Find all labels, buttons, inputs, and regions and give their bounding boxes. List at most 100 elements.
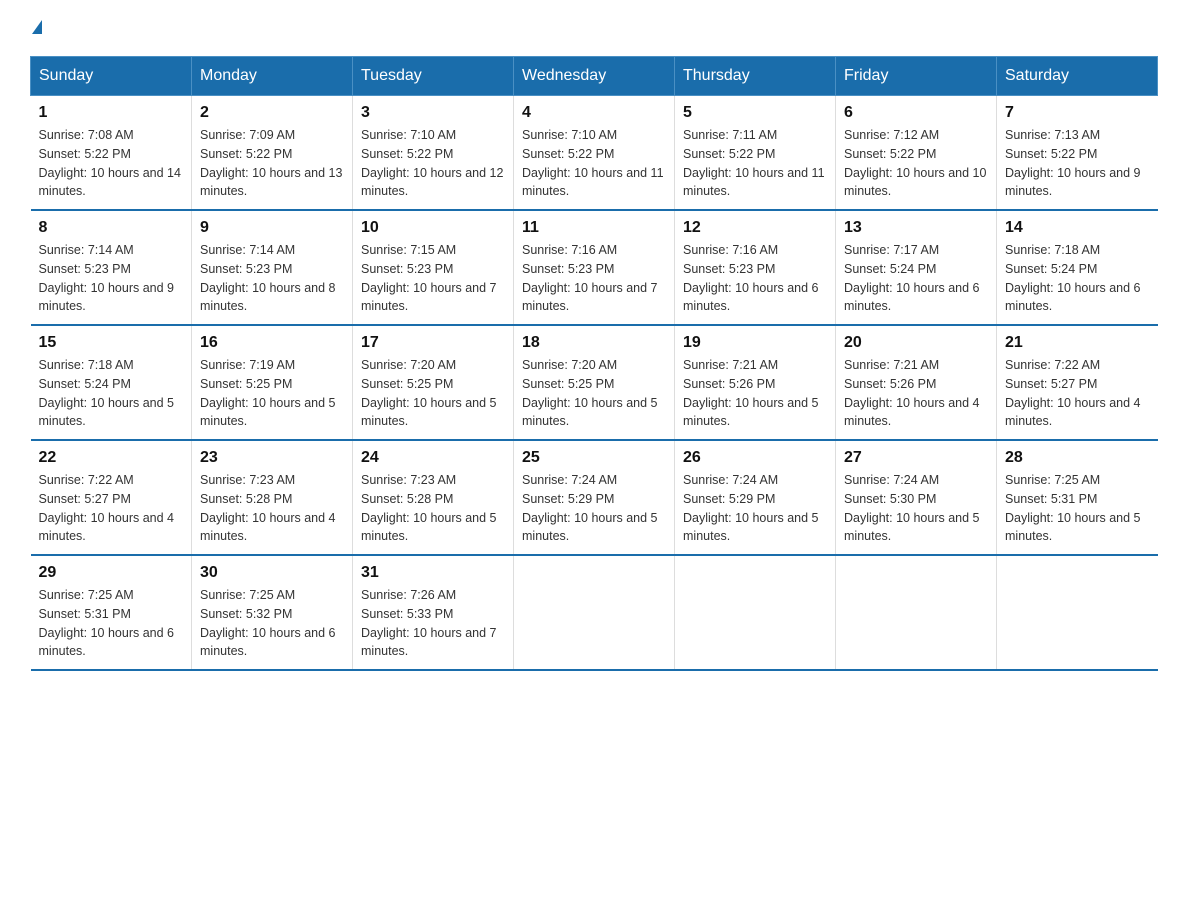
day-number: 10 bbox=[361, 219, 505, 237]
day-info: Sunrise: 7:08 AMSunset: 5:22 PMDaylight:… bbox=[39, 126, 184, 201]
day-cell-24: 24 Sunrise: 7:23 AMSunset: 5:28 PMDayligh… bbox=[353, 440, 514, 555]
day-cell-22: 22Sunrise: 7:22 AMSunset: 5:27 PMDayligh… bbox=[31, 440, 192, 555]
day-cell-2: 2 Sunrise: 7:09 AMSunset: 5:22 PMDaylight… bbox=[192, 96, 353, 211]
day-info: Sunrise: 7:26 AMSunset: 5:33 PMDaylight:… bbox=[361, 586, 505, 661]
week-row-3: 15 Sunrise: 7:18 AMSunset: 5:24 PMDayligh… bbox=[31, 325, 1158, 440]
day-cell-12: 12 Sunrise: 7:16 AMSunset: 5:23 PMDayligh… bbox=[675, 210, 836, 325]
day-number: 3 bbox=[361, 104, 505, 122]
calendar-body: 1 Sunrise: 7:08 AMSunset: 5:22 PMDaylight… bbox=[31, 96, 1158, 671]
header-cell-sunday: Sunday bbox=[31, 57, 192, 96]
day-number: 11 bbox=[522, 219, 666, 237]
day-number: 17 bbox=[361, 334, 505, 352]
day-number: 20 bbox=[844, 334, 988, 352]
day-number: 30 bbox=[200, 564, 344, 582]
day-info: Sunrise: 7:24 AMSunset: 5:30 PMDaylight:… bbox=[844, 471, 988, 546]
day-number: 13 bbox=[844, 219, 988, 237]
day-cell-29: 29 Sunrise: 7:25 AMSunset: 5:31 PMDayligh… bbox=[31, 555, 192, 670]
day-info: Sunrise: 7:10 AMSunset: 5:22 PMDaylight:… bbox=[522, 126, 666, 201]
empty-cell bbox=[836, 555, 997, 670]
day-info: Sunrise: 7:24 AMSunset: 5:29 PMDaylight:… bbox=[683, 471, 827, 546]
empty-cell bbox=[675, 555, 836, 670]
day-number: 12 bbox=[683, 219, 827, 237]
day-info: Sunrise: 7:13 AMSunset: 5:22 PMDaylight:… bbox=[1005, 126, 1150, 201]
day-cell-14: 14Sunrise: 7:18 AMSunset: 5:24 PMDayligh… bbox=[997, 210, 1158, 325]
day-info: Sunrise: 7:23 AMSunset: 5:28 PMDaylight:… bbox=[200, 471, 344, 546]
day-cell-1: 1 Sunrise: 7:08 AMSunset: 5:22 PMDaylight… bbox=[31, 96, 192, 211]
day-info: Sunrise: 7:20 AMSunset: 5:25 PMDaylight:… bbox=[361, 356, 505, 431]
week-row-4: 22Sunrise: 7:22 AMSunset: 5:27 PMDayligh… bbox=[31, 440, 1158, 555]
day-cell-18: 18 Sunrise: 7:20 AMSunset: 5:25 PMDayligh… bbox=[514, 325, 675, 440]
day-info: Sunrise: 7:19 AMSunset: 5:25 PMDaylight:… bbox=[200, 356, 344, 431]
day-number: 8 bbox=[39, 219, 184, 237]
day-cell-21: 21 Sunrise: 7:22 AMSunset: 5:27 PMDayligh… bbox=[997, 325, 1158, 440]
day-info: Sunrise: 7:16 AMSunset: 5:23 PMDaylight:… bbox=[683, 241, 827, 316]
day-info: Sunrise: 7:14 AMSunset: 5:23 PMDaylight:… bbox=[39, 241, 184, 316]
day-cell-15: 15 Sunrise: 7:18 AMSunset: 5:24 PMDayligh… bbox=[31, 325, 192, 440]
day-info: Sunrise: 7:22 AMSunset: 5:27 PMDaylight:… bbox=[1005, 356, 1150, 431]
day-cell-26: 26 Sunrise: 7:24 AMSunset: 5:29 PMDayligh… bbox=[675, 440, 836, 555]
day-cell-31: 31Sunrise: 7:26 AMSunset: 5:33 PMDayligh… bbox=[353, 555, 514, 670]
day-cell-5: 5Sunrise: 7:11 AMSunset: 5:22 PMDaylight… bbox=[675, 96, 836, 211]
day-cell-17: 17 Sunrise: 7:20 AMSunset: 5:25 PMDayligh… bbox=[353, 325, 514, 440]
day-info: Sunrise: 7:25 AMSunset: 5:31 PMDaylight:… bbox=[1005, 471, 1150, 546]
day-info: Sunrise: 7:21 AMSunset: 5:26 PMDaylight:… bbox=[844, 356, 988, 431]
logo bbox=[30, 20, 42, 36]
header-cell-wednesday: Wednesday bbox=[514, 57, 675, 96]
day-number: 2 bbox=[200, 104, 344, 122]
day-number: 19 bbox=[683, 334, 827, 352]
day-number: 28 bbox=[1005, 449, 1150, 467]
day-info: Sunrise: 7:11 AMSunset: 5:22 PMDaylight:… bbox=[683, 126, 827, 201]
day-info: Sunrise: 7:25 AMSunset: 5:32 PMDaylight:… bbox=[200, 586, 344, 661]
day-number: 1 bbox=[39, 104, 184, 122]
day-cell-20: 20 Sunrise: 7:21 AMSunset: 5:26 PMDayligh… bbox=[836, 325, 997, 440]
day-number: 25 bbox=[522, 449, 666, 467]
day-cell-30: 30 Sunrise: 7:25 AMSunset: 5:32 PMDayligh… bbox=[192, 555, 353, 670]
day-info: Sunrise: 7:25 AMSunset: 5:31 PMDaylight:… bbox=[39, 586, 184, 661]
day-info: Sunrise: 7:21 AMSunset: 5:26 PMDaylight:… bbox=[683, 356, 827, 431]
day-number: 18 bbox=[522, 334, 666, 352]
day-info: Sunrise: 7:24 AMSunset: 5:29 PMDaylight:… bbox=[522, 471, 666, 546]
day-info: Sunrise: 7:18 AMSunset: 5:24 PMDaylight:… bbox=[39, 356, 184, 431]
header-cell-monday: Monday bbox=[192, 57, 353, 96]
day-info: Sunrise: 7:22 AMSunset: 5:27 PMDaylight:… bbox=[39, 471, 184, 546]
day-number: 21 bbox=[1005, 334, 1150, 352]
day-cell-9: 9Sunrise: 7:14 AMSunset: 5:23 PMDaylight… bbox=[192, 210, 353, 325]
week-row-5: 29 Sunrise: 7:25 AMSunset: 5:31 PMDayligh… bbox=[31, 555, 1158, 670]
day-cell-27: 27 Sunrise: 7:24 AMSunset: 5:30 PMDayligh… bbox=[836, 440, 997, 555]
week-row-1: 1 Sunrise: 7:08 AMSunset: 5:22 PMDaylight… bbox=[31, 96, 1158, 211]
header-cell-friday: Friday bbox=[836, 57, 997, 96]
day-number: 29 bbox=[39, 564, 184, 582]
day-number: 27 bbox=[844, 449, 988, 467]
day-cell-25: 25 Sunrise: 7:24 AMSunset: 5:29 PMDayligh… bbox=[514, 440, 675, 555]
day-number: 24 bbox=[361, 449, 505, 467]
day-number: 4 bbox=[522, 104, 666, 122]
day-info: Sunrise: 7:20 AMSunset: 5:25 PMDaylight:… bbox=[522, 356, 666, 431]
day-number: 16 bbox=[200, 334, 344, 352]
day-number: 9 bbox=[200, 219, 344, 237]
empty-cell bbox=[997, 555, 1158, 670]
day-cell-23: 23Sunrise: 7:23 AMSunset: 5:28 PMDayligh… bbox=[192, 440, 353, 555]
empty-cell bbox=[514, 555, 675, 670]
header-cell-tuesday: Tuesday bbox=[353, 57, 514, 96]
day-number: 6 bbox=[844, 104, 988, 122]
header-row: SundayMondayTuesdayWednesdayThursdayFrid… bbox=[31, 57, 1158, 96]
day-info: Sunrise: 7:09 AMSunset: 5:22 PMDaylight:… bbox=[200, 126, 344, 201]
day-info: Sunrise: 7:18 AMSunset: 5:24 PMDaylight:… bbox=[1005, 241, 1150, 316]
day-cell-6: 6Sunrise: 7:12 AMSunset: 5:22 PMDaylight… bbox=[836, 96, 997, 211]
day-info: Sunrise: 7:10 AMSunset: 5:22 PMDaylight:… bbox=[361, 126, 505, 201]
day-info: Sunrise: 7:23 AMSunset: 5:28 PMDaylight:… bbox=[361, 471, 505, 546]
day-info: Sunrise: 7:17 AMSunset: 5:24 PMDaylight:… bbox=[844, 241, 988, 316]
day-info: Sunrise: 7:16 AMSunset: 5:23 PMDaylight:… bbox=[522, 241, 666, 316]
day-cell-8: 8 Sunrise: 7:14 AMSunset: 5:23 PMDaylight… bbox=[31, 210, 192, 325]
calendar-header: SundayMondayTuesdayWednesdayThursdayFrid… bbox=[31, 57, 1158, 96]
header-cell-saturday: Saturday bbox=[997, 57, 1158, 96]
day-cell-7: 7 Sunrise: 7:13 AMSunset: 5:22 PMDaylight… bbox=[997, 96, 1158, 211]
day-number: 26 bbox=[683, 449, 827, 467]
day-number: 7 bbox=[1005, 104, 1150, 122]
header-cell-thursday: Thursday bbox=[675, 57, 836, 96]
day-cell-28: 28 Sunrise: 7:25 AMSunset: 5:31 PMDayligh… bbox=[997, 440, 1158, 555]
day-cell-11: 11 Sunrise: 7:16 AMSunset: 5:23 PMDayligh… bbox=[514, 210, 675, 325]
week-row-2: 8 Sunrise: 7:14 AMSunset: 5:23 PMDaylight… bbox=[31, 210, 1158, 325]
logo-triangle-icon bbox=[32, 20, 42, 34]
day-number: 15 bbox=[39, 334, 184, 352]
